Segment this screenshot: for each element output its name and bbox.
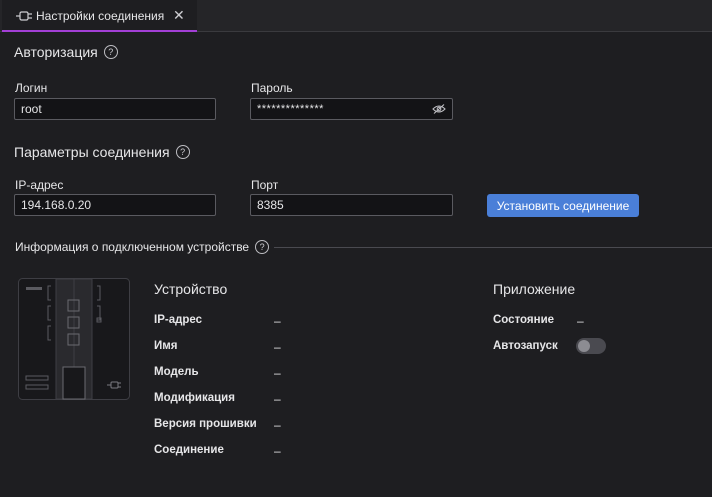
device-prop-label: Версия прошивки: [154, 418, 257, 430]
device-info-label: Информация о подключенном устройстве: [15, 240, 250, 254]
device-prop-value: –: [274, 314, 281, 328]
auth-title: Авторизация: [14, 44, 98, 60]
password-label: Пароль: [251, 81, 293, 95]
device-prop-value: –: [274, 418, 281, 432]
auth-section-title: Авторизация ?: [14, 44, 118, 60]
connect-button[interactable]: Установить соединение: [487, 194, 639, 217]
tab-bar: Настройки соединения ✕: [0, 0, 712, 32]
tab-label: Настройки соединения: [36, 9, 165, 23]
help-icon[interactable]: ?: [255, 240, 270, 254]
divider: [274, 247, 712, 248]
eye-slash-icon[interactable]: [432, 104, 446, 114]
device-info-title: Информация о подключенном устройстве ?: [15, 240, 270, 254]
plug-icon: [16, 11, 32, 21]
help-icon[interactable]: ?: [175, 145, 190, 159]
device-prop-value: –: [274, 366, 281, 380]
device-prop-label: Модификация: [154, 392, 235, 404]
autostart-toggle[interactable]: [576, 338, 606, 354]
device-prop-label: IP-адрес: [154, 314, 203, 326]
login-input[interactable]: [14, 98, 216, 120]
port-input[interactable]: [250, 194, 453, 216]
port-label: Порт: [251, 178, 279, 192]
device-prop-value: –: [274, 340, 281, 354]
connection-section-title: Параметры соединения ?: [14, 144, 190, 160]
device-prop-label: Имя: [154, 340, 178, 352]
device-prop-label: Соединение: [154, 444, 224, 456]
connection-title: Параметры соединения: [14, 144, 170, 160]
device-prop-label: Модель: [154, 366, 199, 378]
autostart-label: Автозапуск: [493, 340, 558, 352]
help-icon[interactable]: ?: [103, 45, 118, 59]
tab-connection-settings[interactable]: Настройки соединения ✕: [2, 0, 197, 32]
device-heading: Устройство: [154, 281, 228, 297]
state-value: –: [577, 314, 584, 328]
device-illustration: [18, 278, 130, 400]
state-label: Состояние: [493, 314, 555, 326]
login-label: Логин: [15, 81, 48, 95]
ip-label: IP-адрес: [15, 178, 64, 192]
password-input[interactable]: [250, 98, 453, 120]
close-icon[interactable]: ✕: [173, 7, 185, 23]
device-prop-value: –: [274, 444, 281, 458]
toggle-knob: [578, 340, 590, 352]
app-heading: Приложение: [493, 281, 576, 297]
device-prop-value: –: [274, 392, 281, 406]
ip-input[interactable]: [14, 194, 216, 216]
